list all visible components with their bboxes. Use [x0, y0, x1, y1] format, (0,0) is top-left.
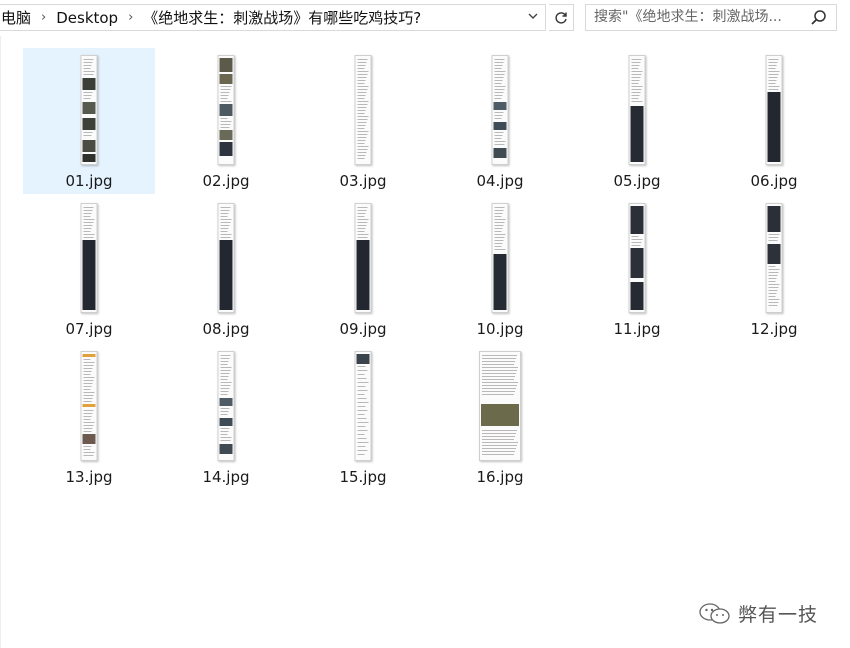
file-item[interactable]: 07.jpg — [23, 196, 155, 342]
file-name: 03.jpg — [339, 172, 387, 190]
file-item[interactable]: 11.jpg — [571, 196, 703, 342]
watermark-text: 弊有一技 — [738, 604, 819, 626]
file-name: 13.jpg — [65, 468, 113, 486]
chevron-right-icon: › — [41, 10, 47, 25]
refresh-button[interactable] — [549, 4, 574, 31]
file-name: 07.jpg — [65, 320, 113, 338]
file-item[interactable]: 15.jpg — [297, 344, 429, 490]
breadcrumb-item-desktop[interactable]: Desktop — [52, 9, 122, 27]
file-item[interactable]: 03.jpg — [297, 48, 429, 194]
file-name: 11.jpg — [613, 320, 661, 338]
file-thumbnail — [765, 55, 783, 165]
file-thumbnail — [80, 55, 98, 165]
file-name: 09.jpg — [339, 320, 387, 338]
file-item[interactable]: 04.jpg — [434, 48, 566, 194]
file-thumbnail — [217, 351, 235, 461]
chevron-right-icon: › — [128, 10, 134, 25]
file-thumbnail — [479, 351, 521, 461]
file-item[interactable]: 14.jpg — [160, 344, 292, 490]
wechat-icon — [699, 602, 730, 624]
file-view: 01.jpg 02.jpg 03.jpg 04.jpg 05.jpg 06.jpg 07.j… — [0, 36, 850, 648]
file-item[interactable]: 08.jpg — [160, 196, 292, 342]
file-item[interactable]: 12.jpg — [708, 196, 840, 342]
breadcrumb-item-folder[interactable]: 《绝地求生：刺激战场》有哪些吃鸡技巧? — [139, 7, 425, 28]
explorer-toolbar: 电脑 › Desktop › 《绝地求生：刺激战场》有哪些吃鸡技巧? 搜索"《绝… — [0, 0, 850, 36]
file-item[interactable]: 02.jpg — [160, 48, 292, 194]
file-item[interactable]: 05.jpg — [571, 48, 703, 194]
address-bar[interactable]: 电脑 › Desktop › 《绝地求生：刺激战场》有哪些吃鸡技巧? — [0, 4, 546, 31]
file-thumbnail — [80, 351, 98, 461]
file-item[interactable]: 10.jpg — [434, 196, 566, 342]
file-name: 02.jpg — [202, 172, 250, 190]
file-name: 04.jpg — [476, 172, 524, 190]
chevron-down-icon[interactable] — [525, 10, 541, 26]
file-item[interactable]: 16.jpg — [434, 344, 566, 490]
file-thumbnail — [765, 203, 783, 313]
watermark: 弊有一技 — [698, 600, 818, 627]
file-name: 01.jpg — [65, 172, 113, 190]
file-name: 14.jpg — [202, 468, 250, 486]
file-item[interactable]: 09.jpg — [297, 196, 429, 342]
file-thumbnail — [354, 351, 372, 461]
file-thumbnail — [628, 55, 646, 165]
file-thumbnail — [491, 55, 509, 165]
file-name: 05.jpg — [613, 172, 661, 190]
file-item[interactable]: 13.jpg — [23, 344, 155, 490]
search-icon[interactable] — [810, 9, 828, 27]
file-name: 12.jpg — [750, 320, 798, 338]
search-input[interactable]: 搜索"《绝地求生：刺激战场... — [585, 4, 837, 31]
file-name: 08.jpg — [202, 320, 250, 338]
file-item[interactable]: 06.jpg — [708, 48, 840, 194]
file-thumbnail — [491, 203, 509, 313]
file-thumbnail — [217, 203, 235, 313]
file-thumbnail — [354, 55, 372, 165]
file-name: 16.jpg — [476, 468, 524, 486]
file-thumbnail — [80, 203, 98, 313]
file-name: 10.jpg — [476, 320, 524, 338]
file-item[interactable]: 01.jpg — [23, 48, 155, 194]
breadcrumb-item-pc[interactable]: 电脑 — [0, 7, 35, 28]
refresh-icon — [555, 12, 567, 24]
file-thumbnail — [217, 55, 235, 165]
file-name: 06.jpg — [750, 172, 798, 190]
file-name: 15.jpg — [339, 468, 387, 486]
file-thumbnail — [628, 203, 646, 313]
file-thumbnail — [354, 203, 372, 313]
search-placeholder: 搜索"《绝地求生：刺激战场... — [594, 9, 782, 25]
